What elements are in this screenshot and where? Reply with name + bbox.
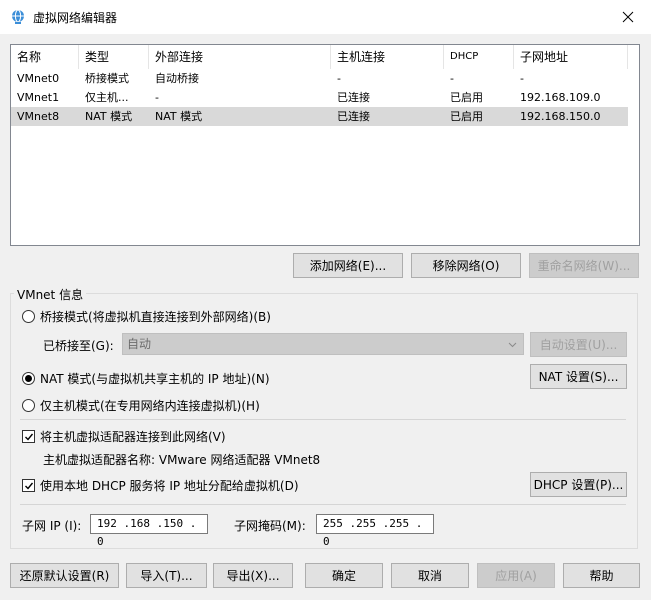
list-header: 名称 类型 外部连接 主机连接 DHCP 子网地址	[11, 45, 639, 69]
adapter-name-text: 主机虚拟适配器名称: VMware 网络适配器 VMnet8	[43, 451, 320, 468]
host-only-mode-radio[interactable]: 仅主机模式(在专用网络内连接虚拟机)(H)	[22, 397, 260, 414]
cell-host: 已连接	[331, 88, 444, 107]
export-button[interactable]: 导出(X)...	[213, 563, 293, 588]
cell-name: VMnet1	[11, 88, 79, 107]
cell-dhcp: 已启用	[444, 107, 514, 126]
cell-dhcp: -	[444, 69, 514, 88]
restore-defaults-button[interactable]: 还原默认设置(R)	[10, 563, 119, 588]
cell-subnet: -	[514, 69, 628, 88]
subnet-mask-input[interactable]: 255 .255 .255 . 0	[316, 514, 434, 534]
bridged-to-select[interactable]: 自动	[122, 333, 524, 355]
dhcp-settings-button[interactable]: DHCP 设置(P)...	[530, 472, 627, 497]
title-bar: 虚拟网络编辑器	[0, 0, 651, 34]
subnet-mask-label: 子网掩码(M):	[234, 517, 306, 534]
import-button[interactable]: 导入(T)...	[126, 563, 207, 588]
section-divider	[20, 419, 626, 420]
check-icon	[24, 481, 34, 491]
cell-subnet: 192.168.109.0	[514, 88, 628, 107]
radio-indicator	[22, 399, 35, 412]
table-row[interactable]: VMnet0 桥接模式 自动桥接 - - -	[11, 69, 628, 88]
bridged-mode-label: 桥接模式(将虚拟机直接连接到外部网络)(B)	[40, 308, 271, 325]
window-title: 虚拟网络编辑器	[33, 9, 117, 26]
cell-external: -	[149, 88, 331, 107]
radio-indicator	[22, 310, 35, 323]
column-header-subnet[interactable]: 子网地址	[514, 45, 628, 69]
auto-settings-button[interactable]: 自动设置(U)...	[530, 332, 627, 357]
checkbox-indicator	[22, 479, 35, 492]
cell-type: NAT 模式	[79, 107, 149, 126]
remove-network-button[interactable]: 移除网络(O)	[411, 253, 521, 278]
connect-adapter-label: 将主机虚拟适配器连接到此网络(V)	[40, 428, 226, 445]
nat-mode-radio[interactable]: NAT 模式(与虚拟机共享主机的 IP 地址)(N)	[22, 370, 270, 387]
column-header-type[interactable]: 类型	[79, 45, 149, 69]
cell-type: 仅主机...	[79, 88, 149, 107]
cancel-button[interactable]: 取消	[391, 563, 469, 588]
checkbox-indicator	[22, 430, 35, 443]
chevron-down-icon	[508, 340, 517, 349]
network-list[interactable]: 名称 类型 外部连接 主机连接 DHCP 子网地址 VMnet0 桥接模式 自动…	[10, 44, 640, 246]
section-divider	[20, 504, 626, 505]
column-header-host[interactable]: 主机连接	[331, 45, 444, 69]
use-dhcp-label: 使用本地 DHCP 服务将 IP 地址分配给虚拟机(D)	[40, 477, 299, 494]
cell-host: 已连接	[331, 107, 444, 126]
check-icon	[24, 432, 34, 442]
rename-network-button[interactable]: 重命名网络(W)...	[529, 253, 639, 278]
cell-type: 桥接模式	[79, 69, 149, 88]
vmnet-info-legend: VMnet 信息	[14, 286, 86, 303]
cell-name: VMnet8	[11, 107, 79, 126]
table-row[interactable]: VMnet1 仅主机... - 已连接 已启用 192.168.109.0	[11, 88, 628, 107]
bridged-mode-radio[interactable]: 桥接模式(将虚拟机直接连接到外部网络)(B)	[22, 308, 271, 325]
column-header-external[interactable]: 外部连接	[149, 45, 331, 69]
cell-host: -	[331, 69, 444, 88]
bridged-to-label: 已桥接至(G):	[43, 337, 114, 354]
cell-name: VMnet0	[11, 69, 79, 88]
close-icon	[622, 11, 634, 23]
use-dhcp-checkbox[interactable]: 使用本地 DHCP 服务将 IP 地址分配给虚拟机(D)	[22, 477, 299, 494]
table-row-selected[interactable]: VMnet8 NAT 模式 NAT 模式 已连接 已启用 192.168.150…	[11, 107, 628, 126]
close-button[interactable]	[613, 4, 643, 30]
add-network-button[interactable]: 添加网络(E)...	[293, 253, 403, 278]
cell-dhcp: 已启用	[444, 88, 514, 107]
subnet-ip-input[interactable]: 192 .168 .150 . 0	[90, 514, 208, 534]
cell-external: NAT 模式	[149, 107, 331, 126]
help-button[interactable]: 帮助	[563, 563, 640, 588]
bridged-to-value: 自动	[127, 337, 151, 351]
cell-subnet: 192.168.150.0	[514, 107, 628, 126]
column-header-dhcp[interactable]: DHCP	[444, 45, 514, 69]
host-only-mode-label: 仅主机模式(在专用网络内连接虚拟机)(H)	[40, 397, 260, 414]
radio-indicator	[22, 372, 35, 385]
column-header-name[interactable]: 名称	[11, 45, 79, 69]
connect-adapter-checkbox[interactable]: 将主机虚拟适配器连接到此网络(V)	[22, 428, 226, 445]
apply-button[interactable]: 应用(A)	[477, 563, 555, 588]
subnet-ip-label: 子网 IP (I):	[22, 517, 81, 534]
cell-external: 自动桥接	[149, 69, 331, 88]
network-globe-icon	[10, 9, 26, 25]
ok-button[interactable]: 确定	[305, 563, 383, 588]
nat-mode-label: NAT 模式(与虚拟机共享主机的 IP 地址)(N)	[40, 370, 270, 387]
nat-settings-button[interactable]: NAT 设置(S)...	[530, 364, 627, 389]
